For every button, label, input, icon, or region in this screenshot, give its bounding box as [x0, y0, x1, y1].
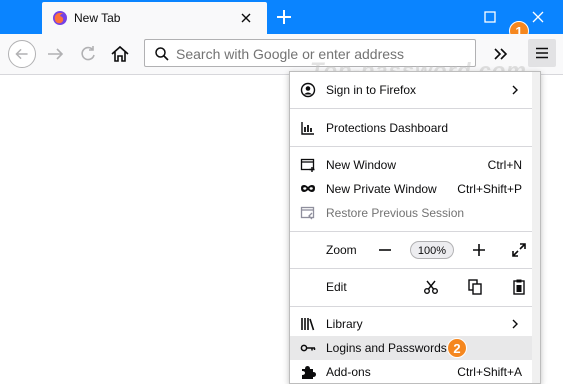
library-books-icon	[301, 318, 315, 331]
menu-item-sign-in[interactable]: Sign in to Firefox	[290, 78, 532, 102]
reload-icon[interactable]	[74, 40, 102, 68]
menu-divider	[290, 268, 532, 269]
edit-label: Edit	[326, 280, 347, 294]
zoom-in-plus-icon[interactable]	[470, 241, 488, 259]
open-menu-button[interactable]	[528, 39, 556, 67]
key-icon	[300, 344, 316, 352]
menu-item-protections[interactable]: Protections Dashboard	[290, 116, 532, 140]
add-ons-label: Add-ons	[326, 365, 371, 379]
sign-in-label: Sign in to Firefox	[326, 83, 417, 97]
new-tab-plus-icon[interactable]	[274, 7, 294, 27]
new-window-label: New Window	[326, 158, 397, 172]
zoom-reset-button[interactable]: 100%	[410, 241, 454, 259]
menu-item-logins-and-passwords[interactable]: Logins and Passwords	[290, 336, 532, 360]
forward-arrow-icon[interactable]	[42, 40, 70, 68]
menu-item-zoom: Zoom 100%	[290, 238, 532, 262]
menu-item-new-window[interactable]: New Window Ctrl+N	[290, 153, 532, 177]
menu-item-add-ons[interactable]: Add-ons Ctrl+Shift+A	[290, 360, 532, 383]
new-window-shortcut: Ctrl+N	[487, 158, 522, 172]
app-menu-panel: Sign in to Firefox Protections Dashboard…	[289, 71, 541, 384]
tab-new-tab[interactable]: New Tab	[42, 2, 267, 34]
search-icon	[155, 47, 169, 61]
menu-divider	[290, 108, 532, 109]
tab-title: New Tab	[74, 11, 121, 25]
library-label: Library	[326, 317, 363, 331]
hamburger-menu-icon	[536, 47, 548, 59]
back-arrow-icon[interactable]	[8, 40, 36, 68]
menu-scrollbar[interactable]	[532, 72, 540, 383]
close-window-icon[interactable]	[528, 7, 548, 27]
logins-label: Logins and Passwords	[326, 341, 447, 355]
fullscreen-icon[interactable]	[510, 241, 528, 259]
chevron-right-icon	[512, 319, 518, 329]
protections-label: Protections Dashboard	[326, 121, 449, 135]
puzzle-piece-icon	[302, 366, 316, 379]
menu-item-edit: Edit	[290, 275, 532, 299]
zoom-label: Zoom	[326, 243, 357, 257]
new-private-window-label: New Private Window	[326, 182, 437, 196]
restore-session-icon	[300, 206, 315, 220]
restore-session-label: Restore Previous Session	[326, 206, 465, 220]
title-bar: New Tab	[0, 0, 563, 34]
menu-divider	[290, 146, 532, 147]
menu-divider	[290, 231, 532, 232]
firefox-logo-icon	[53, 11, 67, 25]
account-icon	[300, 82, 316, 98]
zoom-out-minus-icon[interactable]	[376, 241, 394, 259]
paste-clipboard-icon[interactable]	[510, 278, 528, 296]
new-private-window-shortcut: Ctrl+Shift+P	[457, 182, 522, 196]
chevron-right-icon	[512, 85, 518, 95]
cut-scissors-icon[interactable]	[422, 278, 440, 296]
close-tab-icon[interactable]	[239, 11, 253, 25]
home-icon[interactable]	[106, 40, 134, 68]
private-mask-icon	[301, 185, 315, 192]
menu-divider	[290, 306, 532, 307]
menu-item-library[interactable]: Library	[290, 312, 532, 336]
menu-item-new-private-window[interactable]: New Private Window Ctrl+Shift+P	[290, 177, 532, 201]
add-ons-shortcut: Ctrl+Shift+A	[457, 365, 522, 379]
new-window-icon	[300, 158, 315, 172]
copy-icon[interactable]	[466, 278, 484, 296]
menu-item-restore-session[interactable]: Restore Previous Session	[290, 201, 532, 225]
step-badge-2: 2	[447, 338, 467, 358]
maximize-window-icon[interactable]	[480, 7, 500, 27]
dashboard-chart-icon	[301, 122, 314, 135]
